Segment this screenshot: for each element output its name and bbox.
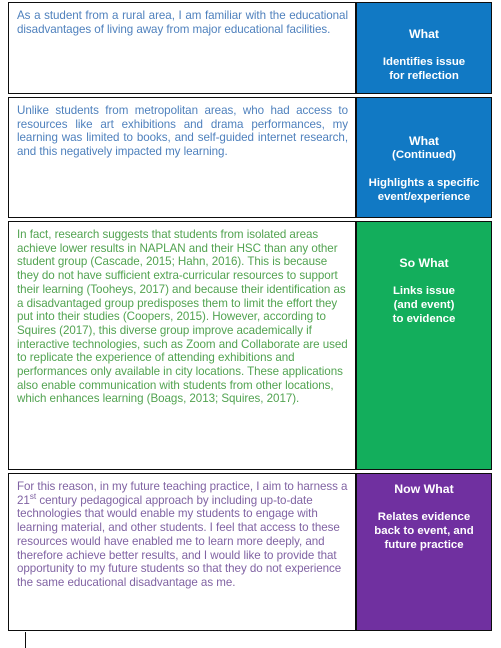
reflection-cell-what-continued: Unlike students from metropolitan areas,… bbox=[8, 97, 356, 218]
reflection-text-now-what-part2: century pedagogical approach by includin… bbox=[17, 493, 342, 589]
reflection-text-so-what: In fact, research suggests that students… bbox=[17, 228, 348, 406]
label-cell-what-continued: What (Continued) Highlights a specific e… bbox=[356, 97, 492, 218]
label-cell-so-what: So What Links issue (and event) to evide… bbox=[356, 221, 492, 470]
label-heading-so-what: So What bbox=[399, 256, 449, 270]
label-subtext-so-what-line1: Links issue bbox=[392, 285, 456, 298]
reflection-text-what: As a student from a rural area, I am fam… bbox=[17, 9, 348, 36]
table-row: Unlike students from metropolitan areas,… bbox=[8, 97, 492, 218]
table-row: In fact, research suggests that students… bbox=[8, 221, 492, 470]
label-spacer bbox=[362, 496, 486, 510]
reflection-text-now-what: For this reason, in my future teaching p… bbox=[17, 480, 348, 590]
label-subtext-now-what-line3: future practice bbox=[384, 539, 464, 552]
label-spacer bbox=[362, 162, 486, 176]
label-cell-what: What Identifies issue for reflection bbox=[356, 2, 492, 94]
reflection-table: As a student from a rural area, I am fam… bbox=[8, 2, 492, 634]
label-subtext-what-line1: Identifies issue bbox=[382, 56, 466, 69]
reflection-cell-what: As a student from a rural area, I am fam… bbox=[8, 2, 356, 94]
label-continued-note: (Continued) bbox=[392, 149, 456, 162]
label-subtext-now-what-line2: back to event, and bbox=[374, 525, 474, 538]
label-subtext-so-what-line2: (and event) bbox=[393, 299, 455, 312]
label-subtext-what-line2: for reflection bbox=[389, 70, 459, 83]
label-heading-now-what: Now What bbox=[394, 482, 454, 496]
table-tail-connector-line bbox=[25, 632, 26, 648]
reflection-cell-so-what: In fact, research suggests that students… bbox=[8, 221, 356, 470]
label-spacer bbox=[362, 41, 486, 55]
table-row: As a student from a rural area, I am fam… bbox=[8, 2, 492, 94]
label-subtext-what-continued-line2: event/experience bbox=[377, 191, 471, 204]
table-row: For this reason, in my future teaching p… bbox=[8, 473, 492, 631]
reflection-cell-now-what: For this reason, in my future teaching p… bbox=[8, 473, 356, 631]
document-sheet: As a student from a rural area, I am fam… bbox=[0, 0, 501, 648]
label-subtext-now-what-line1: Relates evidence bbox=[377, 511, 471, 524]
label-spacer bbox=[362, 270, 486, 284]
label-subtext-what-continued-line1: Highlights a specific bbox=[368, 177, 480, 190]
label-subtext-so-what-line3: to evidence bbox=[392, 313, 456, 326]
reflection-text-what-continued: Unlike students from metropolitan areas,… bbox=[17, 104, 348, 159]
label-heading-what-continued: What bbox=[408, 134, 440, 148]
label-cell-now-what: Now What Relates evidence back to event,… bbox=[356, 473, 492, 631]
label-heading-what: What bbox=[408, 27, 440, 41]
